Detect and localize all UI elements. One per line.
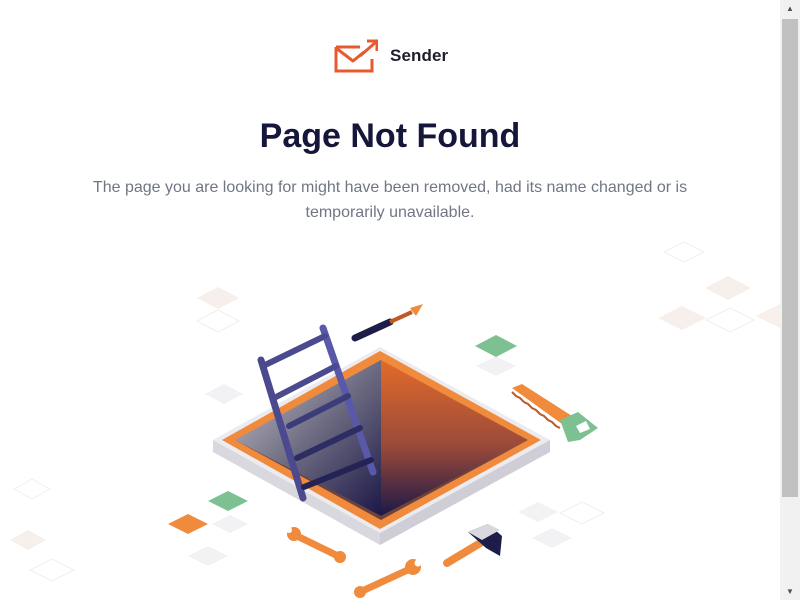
scroll-down-button[interactable]: ▼ (780, 583, 800, 600)
wrench-icon (286, 527, 346, 563)
wrench-icon (354, 559, 422, 598)
scroll-up-button[interactable]: ▲ (780, 0, 800, 17)
hammer-icon (443, 524, 502, 567)
green-tile (475, 335, 517, 357)
screwdriver-icon (351, 304, 423, 342)
orange-tile (168, 514, 208, 534)
envelope-arrow-icon (334, 39, 378, 73)
error-page: Sender Page Not Found The page you are l… (0, 0, 780, 600)
page-title: Page Not Found (259, 117, 521, 155)
brand-name: Sender (390, 46, 449, 65)
vertical-scrollbar[interactable]: ▲ ▼ (780, 0, 800, 600)
green-tile (208, 491, 248, 511)
brand-logo[interactable]: Sender (334, 39, 448, 73)
scroll-thumb[interactable] (782, 19, 798, 497)
error-message: The page you are looking for might have … (92, 179, 688, 221)
hole-with-ladder-and-tools-illustration (10, 241, 780, 598)
